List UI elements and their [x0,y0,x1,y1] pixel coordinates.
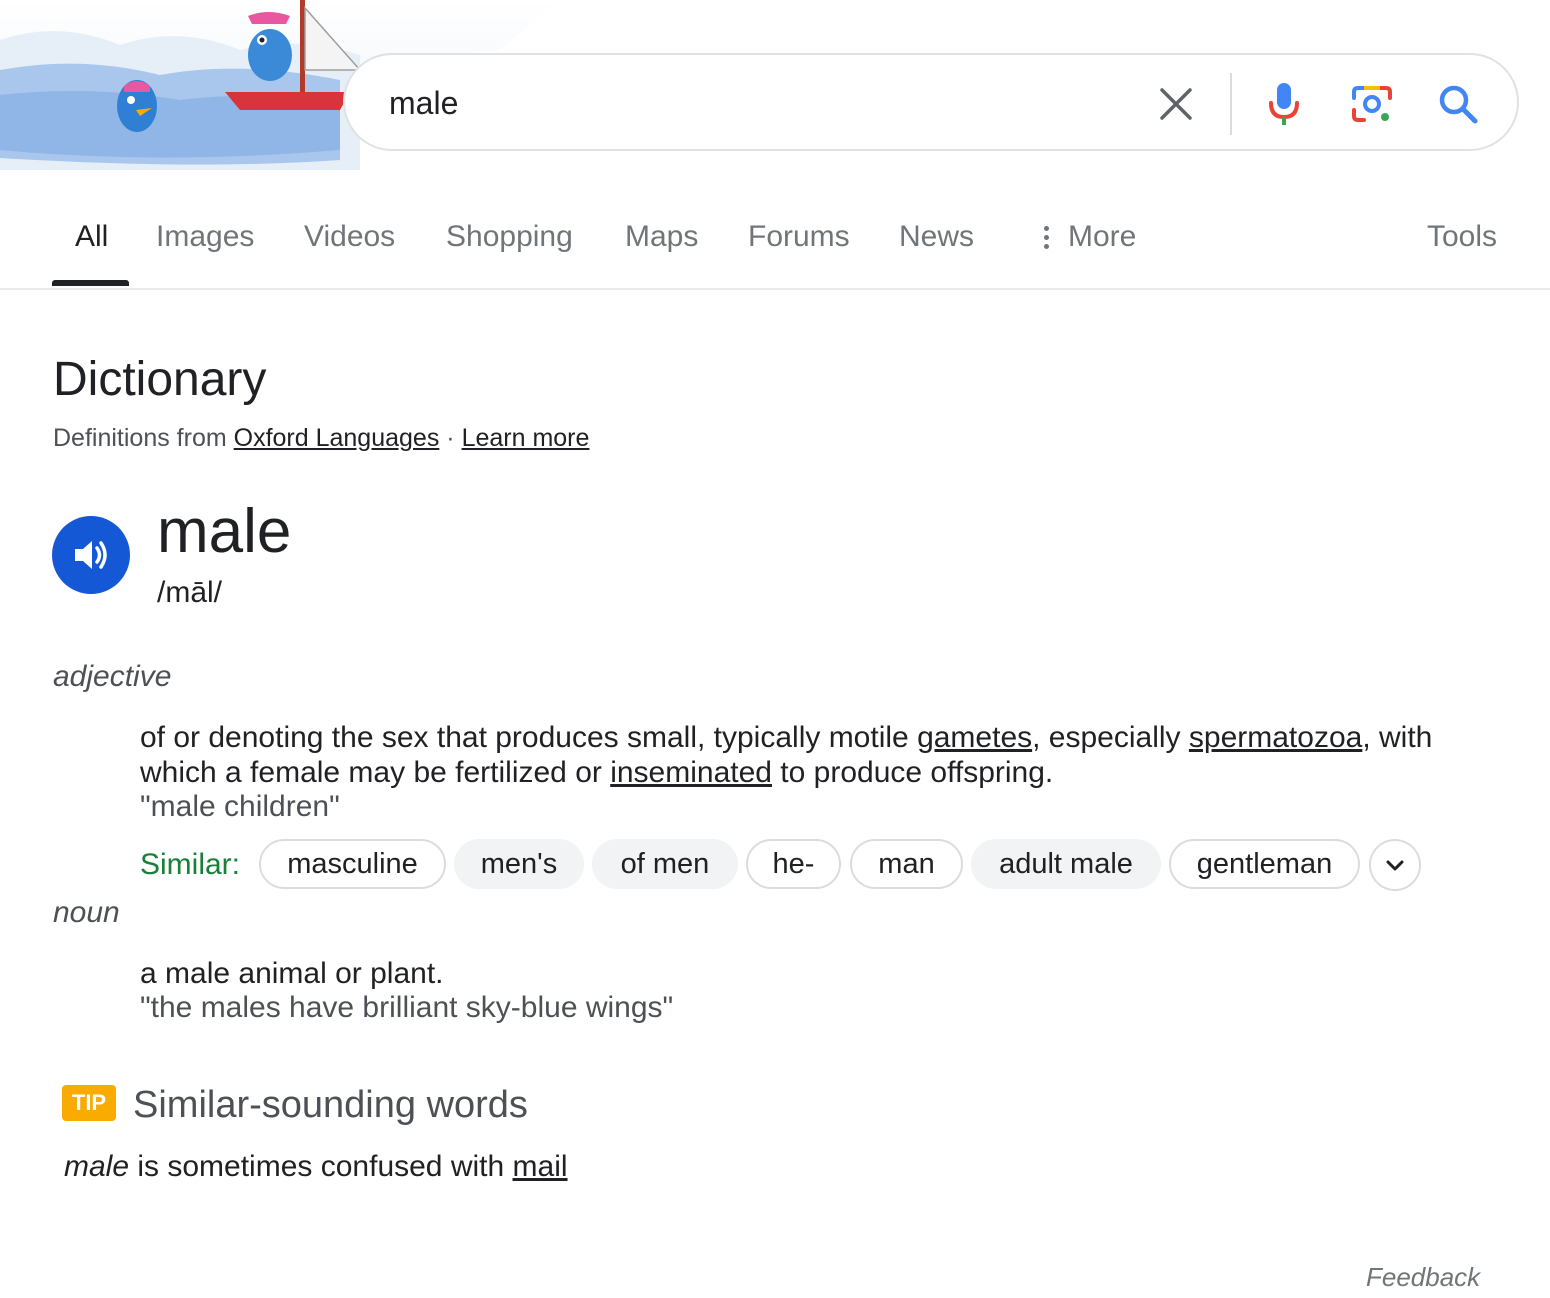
oxford-languages-link[interactable]: Oxford Languages [234,424,440,452]
phonetic-spelling: /māl/ [157,576,223,609]
tab-news[interactable]: News [899,220,974,254]
tab-all[interactable]: All [75,220,108,254]
close-icon [1160,88,1192,120]
learn-more-link[interactable]: Learn more [462,424,590,452]
source-separator: · [446,424,455,452]
tip-connector: is sometimes confused with [129,1150,513,1183]
expand-similar-button[interactable] [1369,839,1421,891]
tip-text: male is sometimes confused with mail [64,1150,568,1184]
tip-title: Similar-sounding words [133,1084,528,1126]
similar-label: Similar: [140,848,241,881]
similar-chip-adult-male[interactable]: adult male [971,839,1161,889]
tab-images[interactable]: Images [156,220,254,254]
tab-maps[interactable]: Maps [625,220,698,254]
lens-camera-icon [1352,86,1392,122]
speaker-icon [75,541,107,569]
source-prefix: Definitions from [53,424,227,452]
definition-text: of or denoting the sex that produces sma… [140,721,918,754]
similar-chip-mens[interactable]: men's [454,839,584,889]
search-button[interactable] [1435,81,1481,127]
search-icon [1439,85,1478,124]
more-vertical-icon[interactable] [1040,226,1052,256]
search-input[interactable] [389,81,1089,125]
gametes-link[interactable]: gametes [917,721,1032,754]
microphone-icon [1269,83,1299,125]
pronunciation-play-button[interactable] [52,516,130,594]
dictionary-heading: Dictionary [53,353,267,406]
inseminated-link[interactable]: inseminated [610,756,772,789]
chevron-down-icon [1386,860,1404,871]
tab-shopping[interactable]: Shopping [446,220,573,254]
tip-word: male [64,1150,130,1183]
noun-example: "the males have brilliant sky-blue wings… [140,991,674,1024]
search-box[interactable] [343,53,1519,151]
similar-chip-masculine[interactable]: masculine [259,839,446,889]
dictionary-source: Definitions from Oxford Languages · Lear… [53,424,589,453]
search-tabs: All Images Videos Shopping Maps Forums N… [0,200,1550,290]
similar-chip-man[interactable]: man [850,839,963,889]
search-box-divider [1230,73,1232,135]
search-by-image-button[interactable] [1349,81,1395,127]
tab-more[interactable]: More [1068,220,1136,254]
definition-text: to produce offspring. [771,756,1054,789]
tip-badge: TIP [62,1085,116,1121]
tab-forums[interactable]: Forums [748,220,850,254]
mail-link[interactable]: mail [513,1150,568,1183]
similar-chip-he[interactable]: he- [746,839,841,889]
clear-search-button[interactable] [1153,81,1199,127]
voice-search-button[interactable] [1261,81,1307,127]
similar-chip-gentleman[interactable]: gentleman [1169,839,1360,889]
dictionary-word: male [157,497,292,566]
adjective-example: "male children" [140,790,340,823]
part-of-speech-adjective: adjective [53,660,172,693]
part-of-speech-noun: noun [53,896,120,929]
definition-text: , especially [1032,721,1189,754]
tools-button[interactable]: Tools [1427,220,1497,254]
feedback-link[interactable]: Feedback [1366,1262,1480,1293]
adjective-definition: of or denoting the sex that produces sma… [140,720,1500,790]
noun-definition: a male animal or plant. [140,957,444,990]
spermatozoa-link[interactable]: spermatozoa [1189,721,1362,754]
active-tab-indicator [52,280,129,286]
tab-videos[interactable]: Videos [304,220,395,254]
similar-chip-of-men[interactable]: of men [592,839,738,889]
